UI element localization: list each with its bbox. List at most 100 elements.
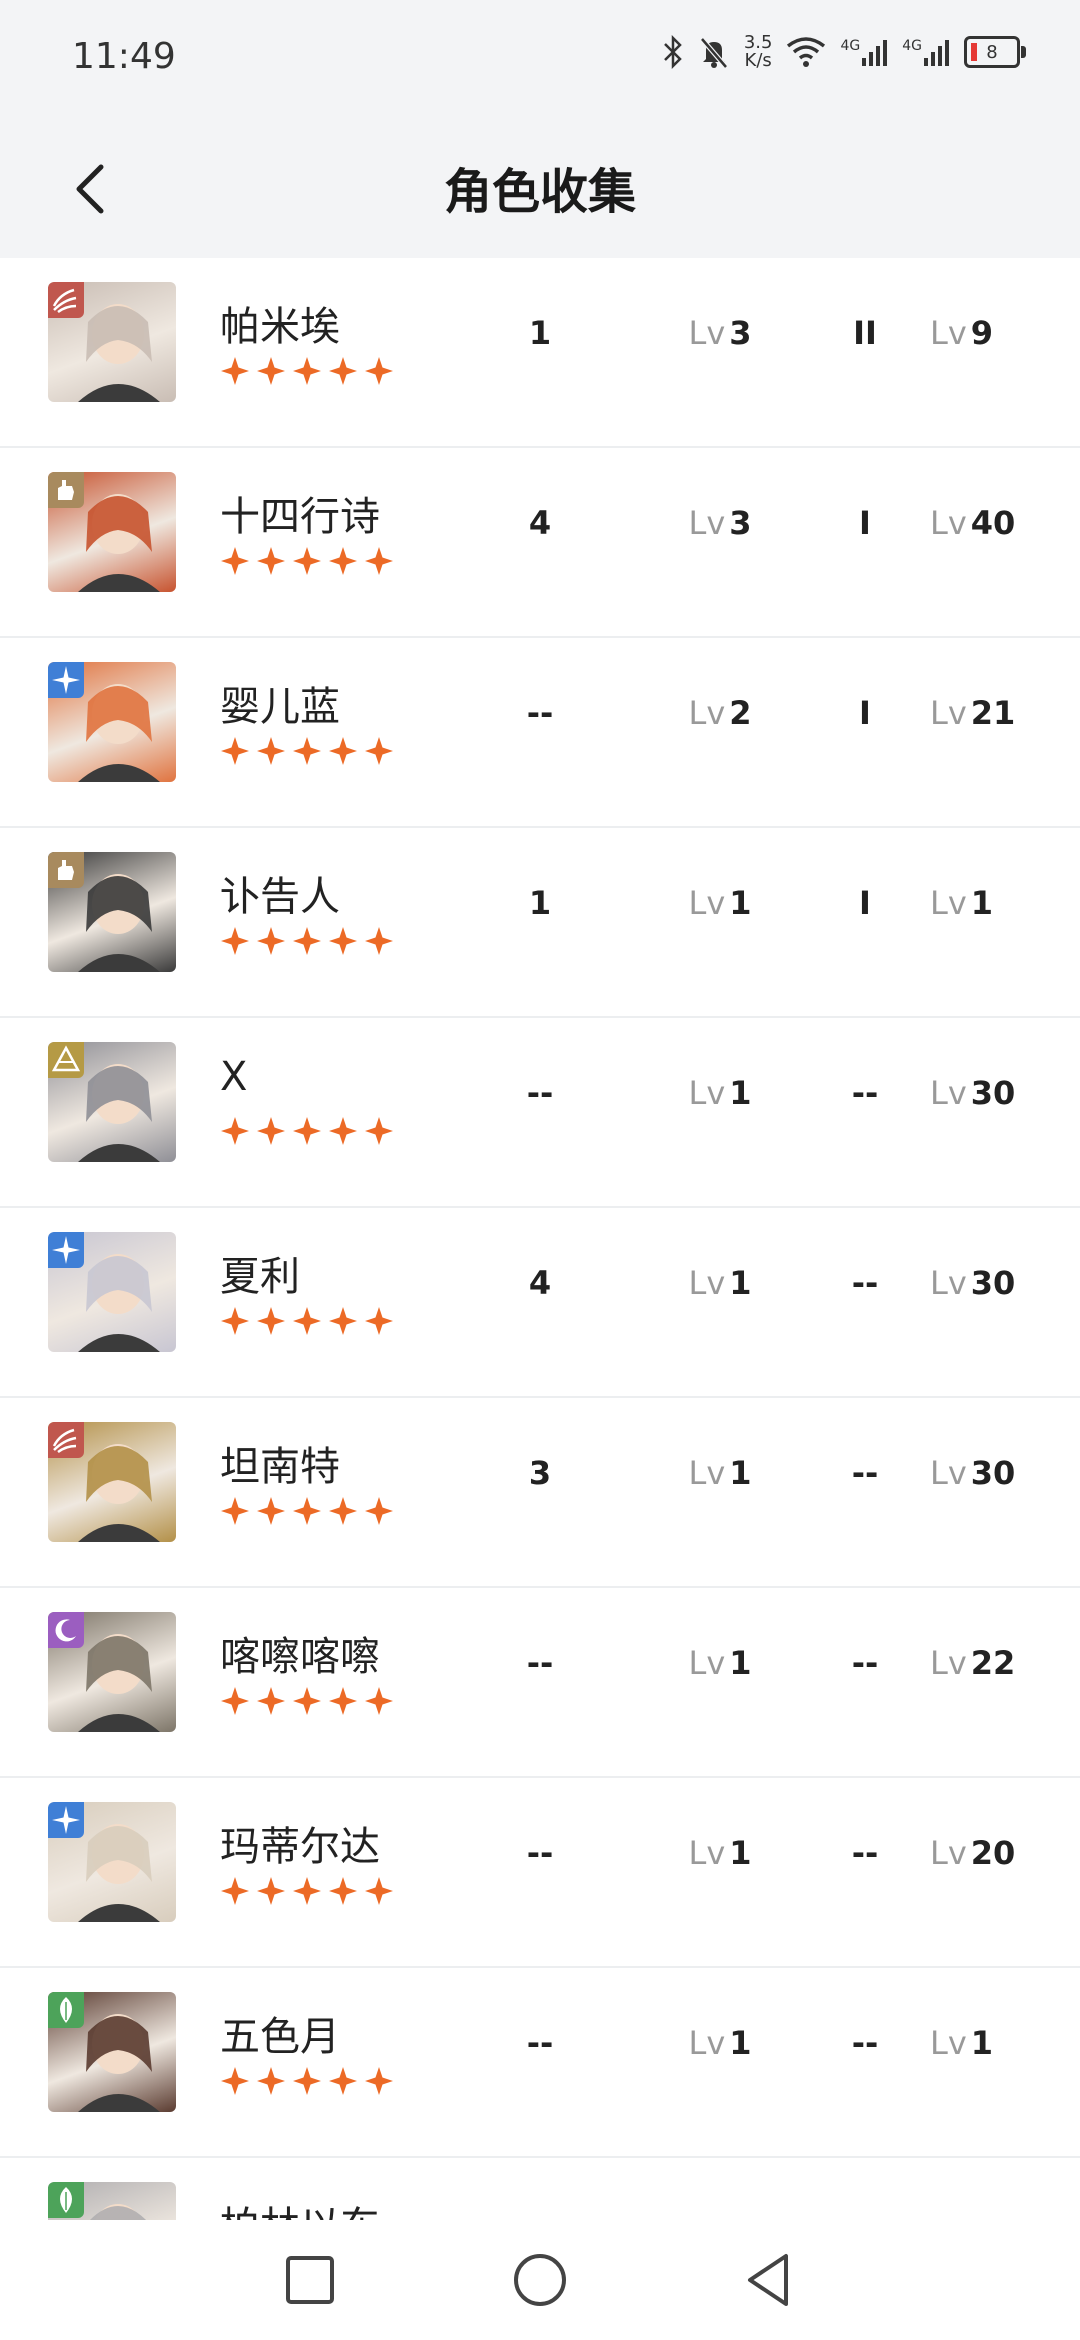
lv-prefix: Lv [930,1454,967,1492]
character-row[interactable]: 讣告人 1 Lv 1 I Lv 1 [0,828,1080,1018]
star-rating [220,1876,394,1906]
star-icon [329,2067,357,2095]
lv-prefix: Lv [688,1264,726,1302]
character-row[interactable]: 坦南特 3 Lv 1 -- Lv 30 [0,1398,1080,1588]
battery-level: 8 [986,41,998,63]
skill-level-value: 1 [729,1264,752,1302]
star-icon [293,737,321,765]
star-icon [293,1117,321,1145]
star-rating [220,1686,394,1716]
character-level: Lv 20 [930,1834,1060,1872]
skill-level-value: 1 [729,884,752,922]
insight-rank: -- [851,1454,879,1492]
character-level: Lv1 [930,2024,1060,2062]
skill-level: Lv1 [660,1454,780,1492]
star-icon [365,1497,393,1525]
character-row[interactable]: 喀嚓喀嚓 -- Lv 1 -- Lv 22 [0,1588,1080,1778]
character-portrait [48,1042,176,1162]
green-leaf-icon [60,1997,72,2023]
insight-value: 1 [528,314,552,352]
insight-rank: I [859,504,871,542]
skill-level: Lv1 [660,1834,780,1872]
lv-prefix: Lv [688,504,726,542]
star-icon [257,737,285,765]
skill-level-value: 1 [729,1834,752,1872]
character-name: 五色月 [220,2014,340,2060]
element-badge [48,852,84,888]
net-speed: 3.5 K/s [744,34,773,70]
blue-star-icon [52,1236,80,1264]
character-row[interactable]: 玛蒂尔达 -- Lv 1 -- Lv 20 [0,1778,1080,1968]
insight-value: -- [526,2024,554,2062]
lv-prefix: Lv [930,1834,967,1872]
star-icon [329,927,357,955]
character-level-value: 30 [970,1074,1016,1112]
status-icons: 3.5 K/s 4G 4G 8 [662,34,1026,70]
element-badge [48,1422,84,1458]
insight-rank: -- [851,1834,879,1872]
character-name: 夏利 [220,1254,300,1300]
page-title: 角色收集 [443,164,636,220]
character-name: 喀嚓喀嚓 [220,1634,380,1680]
character-list[interactable]: 帕米埃 1 Lv 3 II Lv 9 十四行诗 4 Lv 3 I Lv 40 婴… [0,258,1080,2220]
skill-level-value: 1 [729,2024,752,2062]
star-icon [257,927,285,955]
skill-level-value: 1 [729,1644,752,1682]
character-name: 坦南特 [220,1444,340,1490]
circle-icon[interactable] [510,2250,570,2310]
character-row[interactable]: 夏利 4 Lv 1 -- Lv 30 [0,1208,1080,1398]
character-level-value: 30 [970,1454,1016,1492]
star-icon [329,1687,357,1715]
character-portrait [48,472,176,592]
lv-prefix: Lv [930,884,967,922]
star-icon [365,737,393,765]
star-icon [257,1877,285,1905]
character-row[interactable]: X -- Lv 1 -- Lv 30 [0,1018,1080,1208]
character-level: Lv 30 [930,1074,1060,1112]
star-icon [293,357,321,385]
character-level-value: 20 [970,1834,1016,1872]
lv-prefix: Lv [930,1264,967,1302]
star-icon [365,357,393,385]
triangle-back-icon[interactable] [740,2250,800,2310]
star-icon [257,1687,285,1715]
star-icon [221,927,249,955]
skill-level: Lv1 [660,1264,780,1302]
character-name: 婴儿蓝 [220,684,340,730]
character-level: Lv1 [930,884,1060,922]
star-icon [293,1497,321,1525]
star-rating [220,926,394,956]
star-icon [257,1307,285,1335]
star-icon [365,1307,393,1335]
skill-level: Lv1 [660,2024,780,2062]
star-icon [221,1877,249,1905]
element-badge [48,1232,84,1268]
bluetooth-icon [663,35,682,69]
navigation-bar [0,2220,1080,2340]
character-portrait [48,1232,176,1352]
star-icon [221,357,249,385]
skill-level: Lv1 [660,1644,780,1682]
insight-rank: -- [851,1074,879,1112]
insight-value: -- [526,1834,554,1872]
star-icon [257,1497,285,1525]
character-row[interactable]: 十四行诗 4 Lv 3 I Lv 40 [0,448,1080,638]
character-row[interactable]: 五色月 -- Lv 1 -- Lv 1 [0,1968,1080,2158]
signal-bars-icon [924,40,949,66]
character-row[interactable]: 柏林以东 -- Lv1 -- Lv1 [0,2158,1080,2220]
character-level-value: 22 [970,1644,1016,1682]
lv-prefix: Lv [688,2024,726,2062]
lv-prefix: Lv [688,314,726,352]
insight-rank: -- [851,1644,879,1682]
character-level-value: 9 [970,314,994,352]
character-name: 帕米埃 [220,304,340,350]
signal-2-label: 4G [902,38,922,54]
square-icon[interactable] [280,2250,340,2310]
star-icon [329,1877,357,1905]
element-badge [48,472,84,508]
star-icon [293,2067,321,2095]
character-row[interactable]: 帕米埃 1 Lv 3 II Lv 9 [0,258,1080,448]
skill-level: Lv1 [660,884,780,922]
beige-hand-icon [58,480,74,500]
character-row[interactable]: 婴儿蓝 -- Lv 2 I Lv 21 [0,638,1080,828]
